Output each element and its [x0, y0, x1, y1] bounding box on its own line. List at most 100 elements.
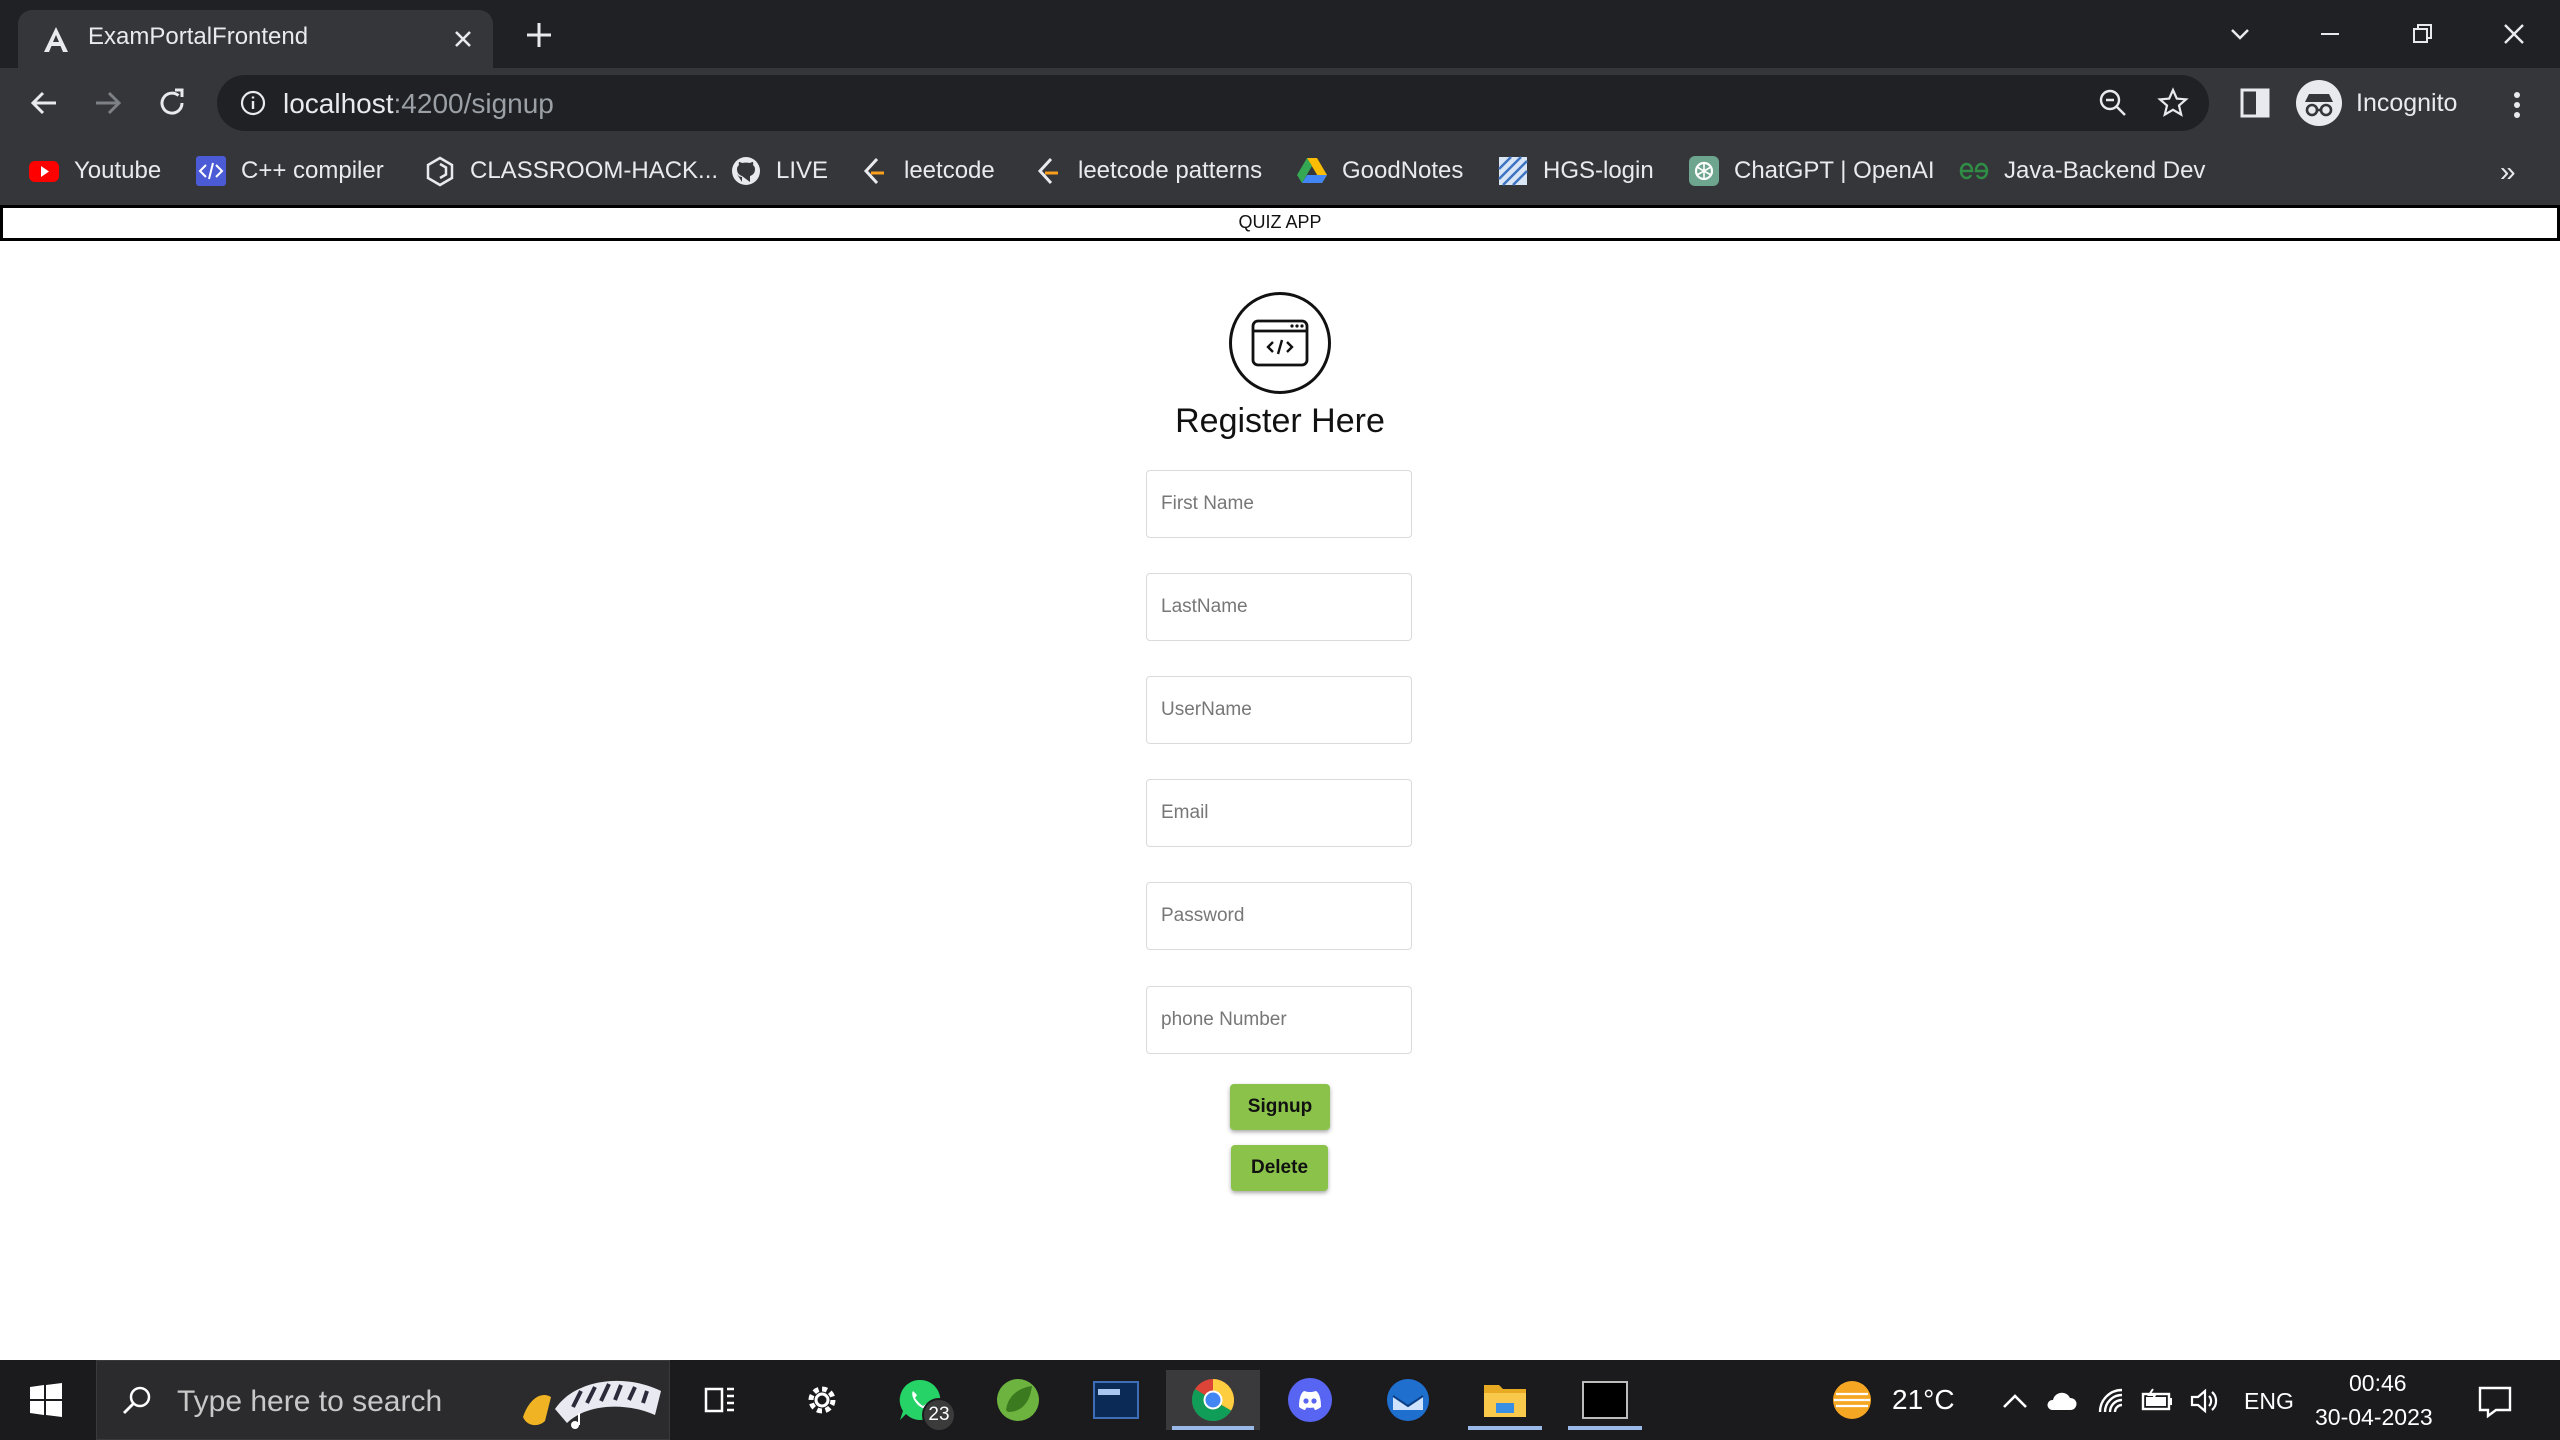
bookmark-cpp-compiler[interactable]: C++ compiler — [195, 152, 384, 190]
bookmark-chatgpt[interactable]: ChatGPT | OpenAI — [1688, 152, 1935, 190]
password-input[interactable] — [1146, 882, 1412, 950]
bookmark-classroom-hack[interactable]: CLASSROOM-HACK... — [424, 152, 718, 190]
last-name-input[interactable] — [1146, 573, 1412, 641]
taskbar-chrome[interactable] — [1166, 1370, 1260, 1430]
angular-icon — [44, 27, 68, 52]
show-hidden-icons-icon[interactable] — [1998, 1384, 2032, 1418]
notification-badge: 23 — [922, 1398, 956, 1432]
gear-icon — [808, 1386, 836, 1414]
side-panel-icon[interactable] — [2238, 86, 2272, 120]
input-language[interactable]: ENG — [2244, 1388, 2294, 1415]
taskbar-search-box[interactable]: Type here to search — [96, 1360, 670, 1440]
youtube-icon — [29, 161, 59, 182]
browser-titlebar: ExamPortalFrontend — [0, 0, 2560, 68]
app-logo — [1229, 292, 1331, 394]
zoom-icon[interactable] — [2097, 87, 2129, 119]
bookmark-label: GoodNotes — [1342, 157, 1464, 184]
search-placeholder: Type here to search — [177, 1385, 443, 1418]
bookmark-label: C++ compiler — [241, 157, 384, 184]
windows-taskbar: Type here to search 23 21°C ENG 00:46 30… — [0, 1360, 2560, 1440]
navbar-title: QUIZ APP — [1238, 212, 1322, 232]
email-input[interactable] — [1146, 779, 1412, 847]
folder-icon — [1484, 1385, 1526, 1417]
volume-icon[interactable] — [2188, 1384, 2222, 1418]
taskbar-thunderbird[interactable] — [1376, 1370, 1440, 1430]
open-app-indicator — [1568, 1426, 1642, 1430]
url-text[interactable]: localhost:4200/signup — [283, 88, 554, 120]
bookmark-live[interactable]: LIVE — [730, 152, 828, 190]
taskbar-file-explorer[interactable] — [1462, 1370, 1548, 1430]
search-icon — [123, 1386, 151, 1414]
weather-icon[interactable] — [1830, 1378, 1874, 1422]
bookmark-leetcode-patterns[interactable]: leetcode patterns — [1032, 152, 1262, 190]
hexagon-icon — [426, 156, 454, 187]
bookmark-java-backend[interactable]: Java-Backend Dev — [1958, 152, 2205, 190]
spring-leaf-icon — [997, 1379, 1039, 1421]
mysql-shell-icon — [1093, 1381, 1139, 1419]
taskbar-task-view[interactable] — [688, 1370, 752, 1430]
bookmark-label: ChatGPT | OpenAI — [1734, 157, 1935, 184]
chrome-icon — [1191, 1379, 1234, 1422]
chrome-menu-icon[interactable] — [2500, 88, 2534, 122]
onedrive-cloud-icon[interactable] — [2044, 1384, 2078, 1418]
code-window-icon — [1251, 319, 1309, 367]
taskbar-mysql-shell[interactable] — [1084, 1370, 1148, 1430]
leetcode-icon — [1037, 157, 1058, 185]
minimize-icon[interactable] — [2310, 14, 2350, 54]
taskbar-settings[interactable] — [790, 1370, 854, 1430]
bookmark-label: CLASSROOM-HACK... — [470, 157, 719, 184]
address-bar[interactable]: localhost:4200/signup — [217, 75, 2209, 131]
task-view-icon — [704, 1387, 734, 1413]
forward-arrow-icon[interactable] — [90, 85, 126, 121]
bookmark-leetcode[interactable]: leetcode — [858, 152, 995, 190]
window-close-icon[interactable] — [2494, 14, 2534, 54]
restore-icon[interactable] — [2402, 14, 2442, 54]
incognito-profile-button[interactable]: Incognito — [2294, 78, 2464, 128]
mail-client-icon — [1387, 1379, 1429, 1421]
bookmark-hgs-login[interactable]: HGS-login — [1497, 152, 1654, 190]
phone-number-input[interactable] — [1146, 986, 1412, 1054]
browser-toolbar: localhost:4200/signup Incognito — [0, 68, 2560, 138]
app-navbar: QUIZ APP — [0, 205, 2560, 241]
username-input[interactable] — [1146, 676, 1412, 744]
page-viewport: QUIZ APP Register Here Signup Delete — [0, 205, 2560, 1360]
wifi-icon[interactable] — [2094, 1384, 2128, 1418]
back-arrow-icon[interactable] — [26, 85, 62, 121]
bookmark-label: Youtube — [74, 157, 162, 184]
more-bookmarks-button[interactable]: » — [2500, 156, 2516, 188]
notification-center-icon[interactable] — [2476, 1382, 2514, 1420]
weather-temperature[interactable]: 21°C — [1892, 1384, 1955, 1416]
terminal-icon — [1582, 1381, 1628, 1419]
new-tab-icon[interactable] — [522, 18, 556, 52]
tab-search-icon[interactable] — [2220, 14, 2260, 54]
first-name-input[interactable] — [1146, 470, 1412, 538]
leetcode-icon — [863, 157, 884, 185]
bookmark-youtube[interactable]: Youtube — [28, 152, 161, 190]
github-icon — [732, 157, 760, 185]
active-app-indicator — [1172, 1426, 1254, 1430]
taskbar-discord[interactable] — [1278, 1370, 1342, 1430]
incognito-avatar — [2296, 80, 2342, 126]
browser-tab[interactable]: ExamPortalFrontend — [18, 10, 493, 68]
windows-start-icon[interactable] — [28, 1382, 64, 1418]
incognito-label: Incognito — [2356, 89, 2458, 117]
open-app-indicator — [1468, 1426, 1542, 1430]
reload-icon[interactable] — [154, 85, 190, 121]
taskbar-spring-tool[interactable] — [986, 1370, 1050, 1430]
bookmark-label: Java-Backend Dev — [2004, 157, 2206, 184]
code-icon — [196, 156, 226, 186]
taskbar-whatsapp[interactable]: 23 — [888, 1370, 956, 1432]
delete-button[interactable]: Delete — [1231, 1145, 1328, 1191]
clock-time[interactable]: 00:46 — [2349, 1370, 2407, 1397]
site-info-icon[interactable] — [239, 89, 267, 117]
close-tab-icon[interactable] — [448, 24, 478, 54]
taskbar-terminal[interactable] — [1562, 1370, 1648, 1430]
bookmark-goodnotes[interactable]: GoodNotes — [1296, 152, 1463, 190]
incognito-icon — [2305, 94, 2333, 117]
battery-icon[interactable] — [2140, 1384, 2174, 1418]
drive-icon — [1297, 158, 1327, 183]
signup-button[interactable]: Signup — [1230, 1084, 1330, 1130]
clock-date[interactable]: 30-04-2023 — [2315, 1404, 2433, 1431]
gfg-icon — [1959, 162, 1989, 180]
bookmark-star-icon[interactable] — [2157, 87, 2189, 119]
